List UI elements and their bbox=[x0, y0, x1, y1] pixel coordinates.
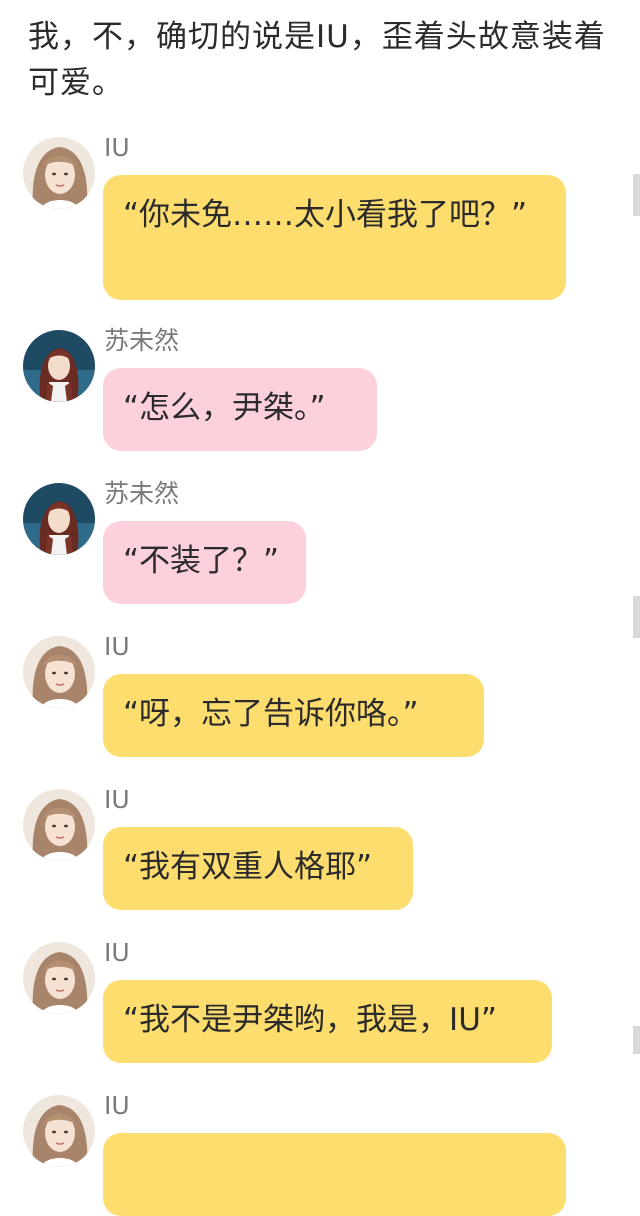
sender-name: 苏未然 bbox=[104, 326, 180, 355]
message-text: “我不是尹桀哟，我是，IU” bbox=[123, 1002, 497, 1038]
iu-avatar-icon[interactable] bbox=[23, 636, 95, 708]
scroll-marker bbox=[633, 174, 640, 216]
message-bubble[interactable] bbox=[103, 1133, 566, 1216]
message-text: “我有双重人格耶” bbox=[123, 849, 373, 885]
message-text: “怎么，尹桀。” bbox=[123, 390, 326, 426]
suweiran-avatar-icon[interactable] bbox=[23, 483, 95, 555]
suweiran-avatar-icon[interactable] bbox=[23, 330, 95, 402]
sender-name: IU bbox=[104, 632, 130, 661]
iu-avatar-icon[interactable] bbox=[23, 942, 95, 1014]
message-bubble[interactable]: “你未免……太小看我了吧？” bbox=[103, 175, 566, 300]
message-bubble[interactable]: “我有双重人格耶” bbox=[103, 827, 413, 910]
sender-name: IU bbox=[104, 938, 130, 967]
message-text: “你未免……太小看我了吧？” bbox=[123, 197, 528, 233]
sender-name: IU bbox=[104, 1091, 130, 1120]
message-bubble[interactable]: “不装了？” bbox=[103, 521, 306, 604]
iu-avatar-icon[interactable] bbox=[23, 1095, 95, 1167]
sender-name: 苏未然 bbox=[104, 479, 180, 508]
sender-name: IU bbox=[104, 133, 130, 162]
message-text: “呀，忘了告诉你咯。” bbox=[123, 696, 419, 732]
sender-name: IU bbox=[104, 785, 130, 814]
iu-avatar-icon[interactable] bbox=[23, 137, 95, 209]
message-bubble[interactable]: “呀，忘了告诉你咯。” bbox=[103, 674, 484, 757]
iu-avatar-icon[interactable] bbox=[23, 789, 95, 861]
scroll-marker bbox=[633, 596, 640, 638]
message-text: “不装了？” bbox=[123, 543, 280, 579]
narration-text: 我，不，确切的说是IU，歪着头故意装着可爱。 bbox=[28, 19, 606, 101]
message-bubble[interactable]: “我不是尹桀哟，我是，IU” bbox=[103, 980, 552, 1063]
message-bubble[interactable]: “怎么，尹桀。” bbox=[103, 368, 377, 451]
scroll-marker bbox=[633, 1026, 640, 1054]
